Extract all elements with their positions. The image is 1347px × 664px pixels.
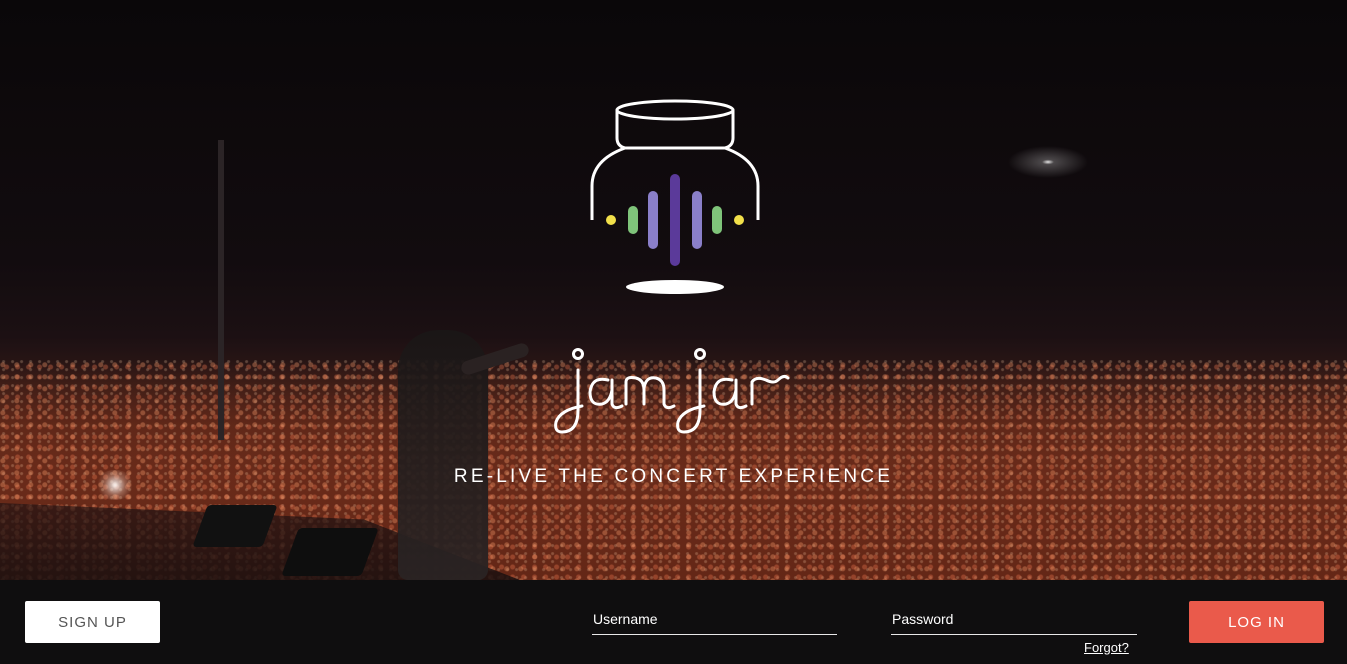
logo-bar [606, 215, 616, 225]
logo-bar [628, 206, 638, 234]
jamjar-logo-icon [590, 99, 760, 294]
login-button[interactable]: LOG IN [1189, 601, 1324, 643]
username-input[interactable] [592, 606, 839, 632]
username-field-wrapper [592, 606, 839, 635]
hero-background: RE-LIVE THE CONCERT EXPERIENCE [0, 0, 1347, 580]
logo-soundwave-bars [606, 174, 744, 266]
logo-bar [734, 215, 744, 225]
tagline: RE-LIVE THE CONCERT EXPERIENCE [453, 466, 894, 487]
logo-bar [712, 206, 722, 234]
password-field-wrapper [891, 606, 1139, 635]
signup-button[interactable]: SIGN UP [25, 601, 160, 643]
logo-bar [692, 191, 702, 249]
logo-bar [670, 174, 680, 266]
password-input[interactable] [891, 606, 1139, 632]
light-pole [218, 140, 224, 440]
forgot-password-link[interactable]: Forgot? [1084, 640, 1129, 655]
jamjar-wordmark [554, 348, 790, 434]
logo-bar [648, 191, 658, 249]
